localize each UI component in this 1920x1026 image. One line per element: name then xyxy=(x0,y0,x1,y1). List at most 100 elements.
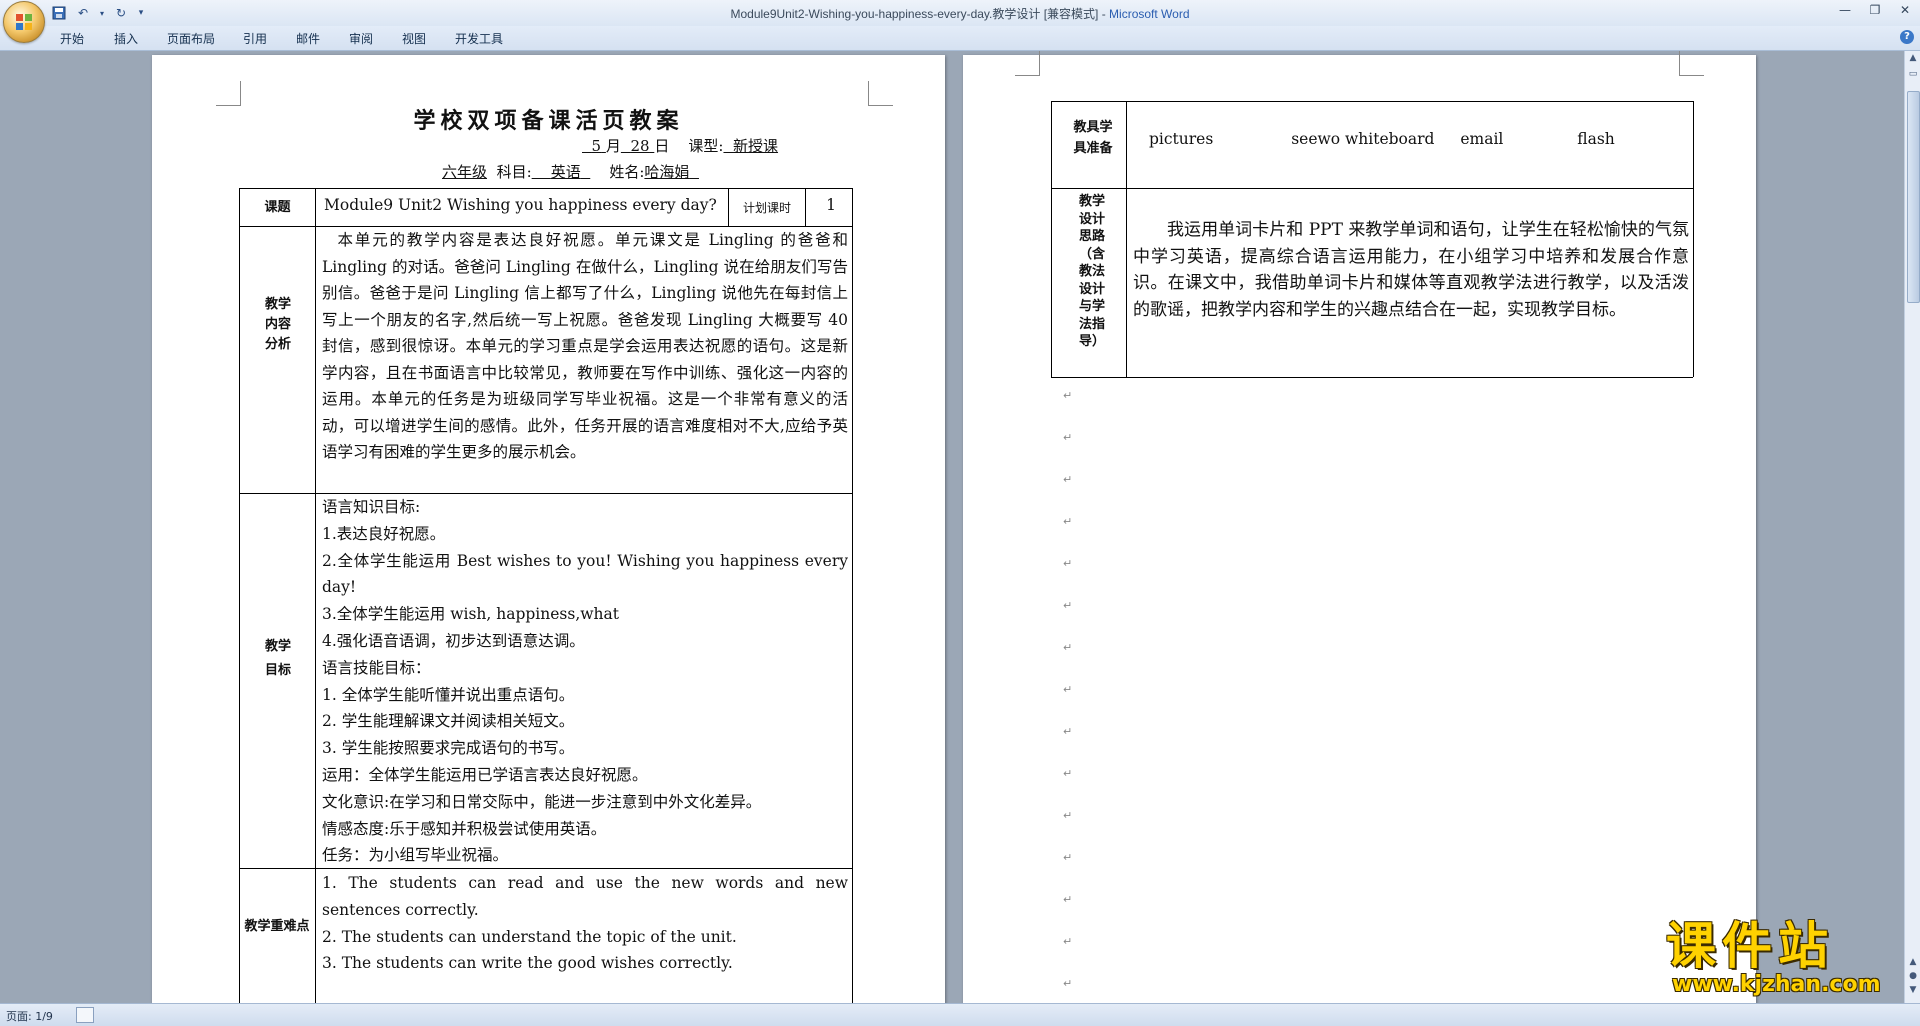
status-bar: 页面: 1/9 xyxy=(0,1003,1920,1026)
office-logo-icon xyxy=(16,14,32,30)
month-char: 月 xyxy=(605,137,621,155)
document-heading: 学校双项备课活页教案 xyxy=(413,108,684,134)
browse-object-icon[interactable]: ● xyxy=(1905,971,1920,985)
goal-line: 3.全体学生能运用 wish, happiness,what xyxy=(322,605,619,624)
goal-line: 情感态度:乐于感知并积极尝试使用英语。 xyxy=(322,819,607,838)
next-page-icon[interactable]: ▼ xyxy=(1905,985,1920,999)
hours-label: 计划课时 xyxy=(742,201,791,215)
previous-page-icon[interactable]: ▲ xyxy=(1905,957,1920,971)
vertical-scrollbar[interactable]: ▲ ▭ ▲ ● ▼ xyxy=(1904,51,1920,1003)
course-type: 新授课 xyxy=(733,137,779,155)
goal-line: 3. 学生能按照要求完成语句的书写。 xyxy=(322,739,575,758)
goal-line: 2.全体学生能运用 Best wishes to you! Wishing yo… xyxy=(322,551,848,597)
window-controls: — ❐ ✕ xyxy=(1830,0,1920,20)
tab-home[interactable]: 开始 xyxy=(60,30,84,47)
tab-developer[interactable]: 开发工具 xyxy=(455,30,503,47)
name-label: 姓名: xyxy=(609,163,645,181)
tools-list: pictures seewo whiteboard email flash xyxy=(1149,129,1689,149)
goal-line: 任务：为小组写毕业祝福。 xyxy=(322,846,509,865)
keypoints-label: 教学重难点 xyxy=(244,919,310,934)
margin-corner-mark xyxy=(1015,51,1040,76)
course-type-label: 课型: xyxy=(688,137,724,155)
goal-line: 语言技能目标： xyxy=(322,658,431,677)
watermark-main: 课件站 xyxy=(1666,917,1834,975)
date-month: 5 xyxy=(591,137,602,155)
document-workspace: 学校双项备课活页教案 5 月 28 日 课型: 新授课 六年级 科目: 英语 姓… xyxy=(0,51,1904,1003)
paragraph-mark: ↵ xyxy=(1063,641,1073,654)
goal-line: 1. 全体学生能听懂并说出重点语句。 xyxy=(322,685,575,704)
tab-references[interactable]: 引用 xyxy=(243,30,267,47)
goal-line: 4.强化语音语调，初步达到语意达调。 xyxy=(322,631,585,650)
scroll-up-icon[interactable]: ▲ xyxy=(1905,53,1920,67)
keypoint-line: 3. The students can write the good wishe… xyxy=(322,954,733,973)
tab-page-layout[interactable]: 页面布局 xyxy=(167,30,215,47)
ribbon-tabs: 开始 插入 页面布局 引用 邮件 审阅 视图 开发工具 xyxy=(0,26,1920,51)
title-bar: ↶ ▾ ↻ ▾ Module9Unit2-Wishing-you-happine… xyxy=(0,0,1920,27)
paragraph-mark: ↵ xyxy=(1063,851,1073,864)
goal-line: 文化意识:在学习和日常交际中，能进一步注意到中外文化差异。 xyxy=(322,792,762,811)
app-name: Microsoft Word xyxy=(1109,7,1190,21)
tool-item: flash xyxy=(1577,130,1615,148)
page-1: 学校双项备课活页教案 5 月 28 日 课型: 新授课 六年级 科目: 英语 姓… xyxy=(152,55,945,1003)
teacher-name: 哈海娟 xyxy=(644,163,690,181)
goal-line: 语言知识目标: xyxy=(322,498,421,516)
topic-label: 课题 xyxy=(264,200,291,215)
design-label: 教学设计思路（含教法设计与学法指导） xyxy=(1078,194,1105,349)
tools-label: 教具学具准备 xyxy=(1073,120,1113,156)
grade: 六年级 xyxy=(442,163,488,181)
tab-insert[interactable]: 插入 xyxy=(114,30,138,47)
page-2: 教具学具准备 pictures seewo whiteboard email f… xyxy=(963,51,1756,1003)
content-text: 本单元的教学内容是表达良好祝愿。单元课文是 Lingling 的爸爸和 Ling… xyxy=(322,231,848,461)
paragraph-mark: ↵ xyxy=(1063,767,1073,780)
tab-mailings[interactable]: 邮件 xyxy=(296,30,320,47)
paragraph-mark: ↵ xyxy=(1063,557,1073,570)
design-text: 我运用单词卡片和 PPT 来教学单词和语句，让学生在轻松愉快的气氛中学习英语，提… xyxy=(1133,220,1689,320)
tool-item: seewo whiteboard xyxy=(1291,130,1435,148)
info-line: 六年级 科目: 英语 姓名:哈海娟 xyxy=(442,161,699,182)
content-label: 教学内容分析 xyxy=(264,297,291,352)
paragraph-mark: ↵ xyxy=(1063,893,1073,906)
goal-line: 运用：全体学生能运用已学语言表达良好祝愿。 xyxy=(322,765,648,784)
office-button[interactable] xyxy=(3,1,45,43)
window-title: Module9Unit2-Wishing-you-happiness-every… xyxy=(0,5,1920,22)
date-day: 28 xyxy=(630,137,650,155)
tab-view[interactable]: 视图 xyxy=(402,30,426,47)
watermark-url: www.kjzhan.com xyxy=(1672,972,1881,997)
paragraph-mark: ↵ xyxy=(1063,725,1073,738)
tool-item: email xyxy=(1460,130,1504,148)
page-indicator[interactable]: 页面: 1/9 xyxy=(6,1008,53,1024)
paragraph-mark: ↵ xyxy=(1063,431,1073,444)
scroll-thumb[interactable] xyxy=(1907,91,1920,303)
goals-list: 语言知识目标: 1.表达良好祝愿。 2.全体学生能运用 Best wishes … xyxy=(322,494,848,869)
keypoint-line: 1. The students can read and use the new… xyxy=(322,874,848,919)
tool-item: pictures xyxy=(1149,130,1214,148)
tab-review[interactable]: 审阅 xyxy=(349,30,373,47)
hours-value: 1 xyxy=(826,196,836,214)
paragraph-mark: ↵ xyxy=(1063,809,1073,822)
site-watermark: 课件站 www.kjzhan.com xyxy=(1666,920,1906,1000)
document-title: Module9Unit2-Wishing-you-happiness-every… xyxy=(730,7,1110,21)
subject-label: 科目: xyxy=(496,163,532,181)
paragraph-mark: ↵ xyxy=(1063,599,1073,612)
paragraph-mark: ↵ xyxy=(1063,977,1073,990)
ruler-toggle-icon[interactable]: ▭ xyxy=(1905,69,1920,83)
paragraph-mark: ↵ xyxy=(1063,935,1073,948)
date-line: 5 月 28 日 课型: 新授课 xyxy=(582,135,778,156)
margin-corner-mark xyxy=(1679,51,1704,76)
paragraph-mark: ↵ xyxy=(1063,389,1073,402)
help-icon[interactable]: ? xyxy=(1900,30,1914,44)
paragraph-mark: ↵ xyxy=(1063,473,1073,486)
maximize-icon[interactable]: ❐ xyxy=(1860,0,1890,20)
day-char: 日 xyxy=(654,137,670,155)
paragraph-mark: ↵ xyxy=(1063,515,1073,528)
subject: 英语 xyxy=(550,163,581,181)
proofing-icon[interactable] xyxy=(76,1007,94,1023)
paragraph-mark: ↵ xyxy=(1063,683,1073,696)
close-icon[interactable]: ✕ xyxy=(1890,0,1920,20)
goals-label: 教学目标 xyxy=(264,639,291,678)
keypoints-list: 1. The students can read and use the new… xyxy=(322,870,848,977)
keypoint-line: 2. The students can understand the topic… xyxy=(322,927,737,946)
goal-line: 1.表达良好祝愿。 xyxy=(322,524,446,543)
topic-value: Module9 Unit2 Wishing you happiness ever… xyxy=(324,196,717,214)
minimize-icon[interactable]: — xyxy=(1830,0,1860,20)
